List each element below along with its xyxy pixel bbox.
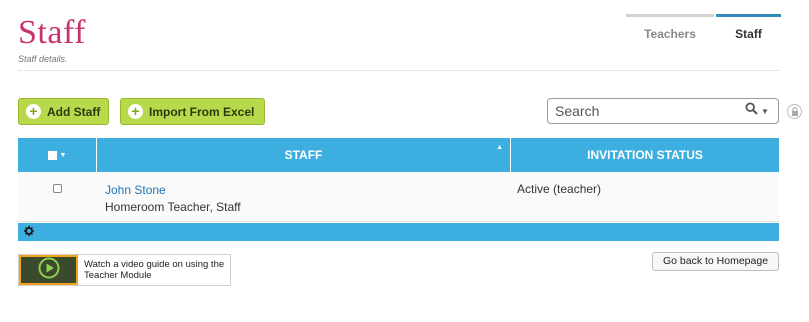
video-guide-text: Watch a video guide on using the Teacher… [84, 259, 225, 281]
chevron-down-icon: ▼ [761, 106, 769, 116]
video-guide-link[interactable]: Watch a video guide on using the Teacher… [18, 254, 231, 286]
column-header-staff[interactable]: STAFF ▲ [97, 138, 511, 172]
import-excel-button[interactable]: + Import From Excel [120, 98, 266, 125]
grid-footer [18, 223, 779, 241]
page-subtitle: Staff details. [18, 54, 68, 64]
tab-bar: Teachers Staff [626, 14, 781, 52]
tab-teachers[interactable]: Teachers [626, 14, 714, 52]
grid-header: ▼ STAFF ▲ INVITATION STATUS [18, 138, 779, 172]
checkbox-icon [47, 150, 57, 160]
search-box: ▼ [547, 98, 779, 124]
staff-grid: ▼ STAFF ▲ INVITATION STATUS John Stone H… [18, 138, 779, 241]
sort-arrow-icon: ▲ [496, 144, 503, 151]
add-staff-button[interactable]: + Add Staff [18, 98, 110, 125]
select-all-checkbox[interactable]: ▼ [18, 138, 97, 172]
import-excel-label: Import From Excel [149, 104, 255, 119]
search-input[interactable] [555, 100, 736, 122]
column-header-invitation-status: INVITATION STATUS [587, 148, 703, 162]
plus-circle-icon: + [128, 104, 143, 119]
row-select-cell [18, 172, 97, 221]
add-staff-label: Add Staff [47, 104, 101, 119]
table-row: John Stone Homeroom Teacher, Staff Activ… [18, 172, 779, 222]
row-checkbox[interactable] [53, 184, 62, 193]
tab-staff[interactable]: Staff [716, 14, 781, 52]
search-options-button[interactable]: ▼ [736, 102, 778, 120]
chevron-down-icon: ▼ [59, 151, 67, 159]
lock-icon[interactable] [787, 104, 802, 119]
invitation-status: Active (teacher) [517, 182, 602, 196]
page-title: Staff [18, 14, 86, 51]
staff-name-link[interactable]: John Stone [105, 182, 511, 199]
play-icon [38, 257, 60, 284]
gear-icon[interactable] [24, 223, 34, 241]
go-back-homepage-button[interactable]: Go back to Homepage [652, 252, 779, 271]
search-icon [745, 102, 758, 120]
staff-role: Homeroom Teacher, Staff [105, 200, 241, 214]
plus-circle-icon: + [26, 104, 41, 119]
header-divider [18, 70, 779, 71]
video-thumbnail [19, 255, 78, 285]
staff-cell: John Stone Homeroom Teacher, Staff [97, 172, 511, 221]
